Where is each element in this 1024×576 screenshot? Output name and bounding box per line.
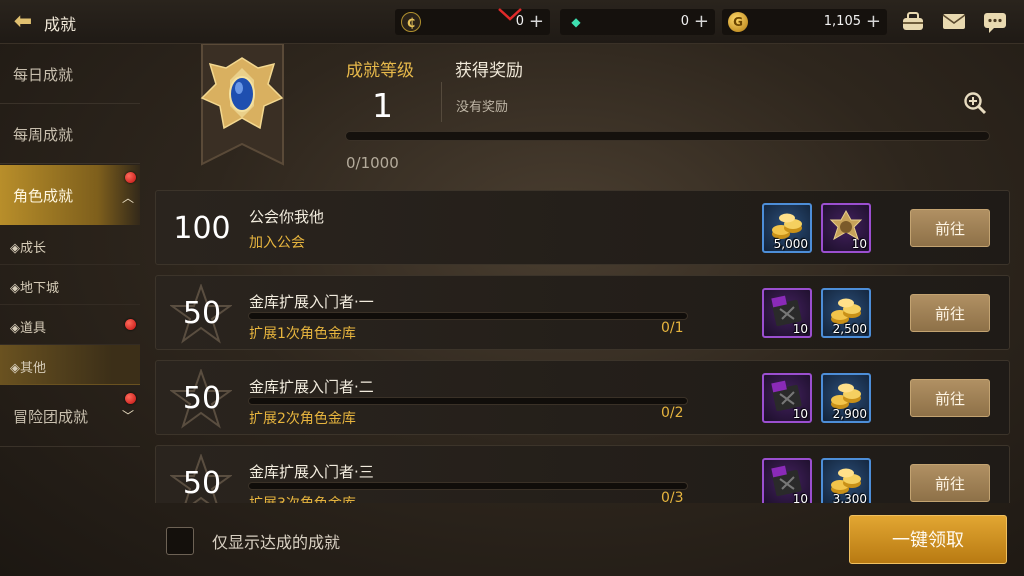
achievement-row: 50 金库扩展入门者·一 扩展1次角色金库 0/1 10 2,500 前往 xyxy=(155,275,1010,350)
currency-g-value: 1,105 xyxy=(823,14,861,29)
add-currency-c-button[interactable]: + xyxy=(529,11,544,32)
reward-quantity: 5,000 xyxy=(773,237,808,251)
achievement-row-progress-bar xyxy=(248,312,688,320)
achievement-points: 50 xyxy=(182,296,222,331)
c-coin-icon: ₵ xyxy=(401,12,421,32)
sidebar-subitem-dungeon[interactable]: ◈地下城 xyxy=(0,265,140,305)
g-coin-icon: G xyxy=(728,12,748,32)
sidebar-item-label: 冒险团成就 xyxy=(13,408,89,426)
achievement-row-progress-bar xyxy=(248,397,688,405)
sidebar-subitem-label: ◈道具 xyxy=(10,321,46,336)
bag-icon[interactable] xyxy=(900,10,926,34)
achievement-desc: 扩展1次角色金库 xyxy=(249,326,356,342)
sidebar-item-label: 每周成就 xyxy=(13,126,74,144)
sidebar-subitem-label: ◈其他 xyxy=(10,361,46,376)
achievement-desc: 扩展2次角色金库 xyxy=(249,411,356,427)
achievement-row: 50 金库扩展入门者·二 扩展2次角色金库 0/2 10 2,900 前往 xyxy=(155,360,1010,435)
achievement-name: 金库扩展入门者·一 xyxy=(249,293,374,311)
sidebar-subitem-label: ◈成长 xyxy=(10,241,46,256)
back-arrow-icon[interactable]: ⬅ xyxy=(8,9,38,35)
notification-dot xyxy=(125,393,136,404)
reward-quantity: 2,900 xyxy=(832,407,867,421)
achievement-desc: 加入公会 xyxy=(249,235,305,251)
achievement-progress: 0/1 xyxy=(661,320,684,336)
chevron-up-icon: ︿ xyxy=(122,191,135,205)
achievement-row: 50 金库扩展入门者·三 扩展3次角色金库 0/3 10 3,300 前往 xyxy=(155,445,1010,503)
earned-rewards-value: 没有奖励 xyxy=(456,100,509,115)
achievement-progress: 0/2 xyxy=(661,405,684,421)
zoom-in-icon[interactable] xyxy=(962,90,988,116)
reward-medal-slot[interactable]: 10 xyxy=(821,203,871,253)
achievement-list[interactable]: 100 公会你我他 加入公会 5,000 10 前往 50 金库扩展入门者·一 … xyxy=(155,190,1010,503)
sidebar-item-character[interactable]: 角色成就 ︿ xyxy=(0,165,140,225)
achievement-points: 50 xyxy=(182,466,222,501)
sidebar: 每日成就 每周成就 角色成就 ︿ ◈成长 ◈地下城 ◈道具 ◈其他 冒险团成就 … xyxy=(0,44,140,576)
reward-quantity: 2,500 xyxy=(832,322,867,336)
sidebar-item-weekly[interactable]: 每周成就 xyxy=(0,104,140,164)
sidebar-item-daily[interactable]: 每日成就 xyxy=(0,44,140,104)
achievement-name: 金库扩展入门者·三 xyxy=(249,463,374,481)
reward-quantity: 10 xyxy=(792,492,808,503)
mail-icon[interactable] xyxy=(941,10,967,34)
divider xyxy=(441,82,442,122)
reward-ticket-slot[interactable]: 10 xyxy=(762,288,812,338)
green-gem-icon: ◆ xyxy=(571,15,581,29)
currency-c-display: ₵ 0 + xyxy=(395,8,550,35)
reward-gold-slot[interactable]: 2,900 xyxy=(821,373,871,423)
go-button[interactable]: 前往 xyxy=(910,379,990,417)
achievement-progress-bar xyxy=(345,131,990,141)
claim-all-button[interactable]: 一键领取 xyxy=(849,515,1007,564)
go-button[interactable]: 前往 xyxy=(910,294,990,332)
reward-quantity: 10 xyxy=(851,237,867,251)
sidebar-subitem-other[interactable]: ◈其他 xyxy=(0,345,140,385)
notification-dot xyxy=(125,319,136,330)
achievement-progress: 0/3 xyxy=(661,490,684,503)
show-completed-label: 仅显示达成的成就 xyxy=(212,533,341,552)
reward-gold-slot[interactable]: 3,300 xyxy=(821,458,871,503)
go-button[interactable]: 前往 xyxy=(910,464,990,502)
reward-ticket-slot[interactable]: 10 xyxy=(762,373,812,423)
page-title: 成就 xyxy=(44,15,77,34)
reward-ticket-slot[interactable]: 10 xyxy=(762,458,812,503)
currency-c-value: 0 xyxy=(515,14,524,29)
currency-gem-display: ◆ 0 + xyxy=(560,9,715,35)
reward-quantity: 10 xyxy=(792,407,808,421)
go-button[interactable]: 前往 xyxy=(910,209,990,247)
reward-quantity: 10 xyxy=(792,322,808,336)
sidebar-item-label: 角色成就 xyxy=(13,187,74,205)
achievement-name: 公会你我他 xyxy=(249,208,325,226)
achievement-row: 100 公会你我他 加入公会 5,000 10 前往 xyxy=(155,190,1010,265)
sidebar-item-adventure-team[interactable]: 冒险团成就 ﹀ xyxy=(0,385,140,447)
chat-icon[interactable] xyxy=(982,10,1008,34)
reward-gold-slot[interactable]: 2,500 xyxy=(821,288,871,338)
achievement-progress-text: 0/1000 xyxy=(346,154,399,172)
achievement-level-value: 1 xyxy=(372,86,393,125)
achievement-medal-icon xyxy=(200,44,284,166)
reward-quantity: 3,300 xyxy=(832,492,867,503)
achievement-level-label: 成就等级 xyxy=(346,61,414,81)
achievement-points: 100 xyxy=(173,211,231,246)
show-completed-checkbox[interactable] xyxy=(166,527,194,555)
sidebar-subitem-item[interactable]: ◈道具 xyxy=(0,305,140,345)
reward-gold-slot[interactable]: 5,000 xyxy=(762,203,812,253)
sidebar-subitem-label: ◈地下城 xyxy=(10,281,59,296)
notification-dot xyxy=(125,172,136,183)
currency-g-display: G 1,105 + xyxy=(722,9,887,35)
add-g-coin-button[interactable]: + xyxy=(866,11,881,32)
currency-gem-value: 0 xyxy=(680,14,689,29)
earned-rewards-label: 获得奖励 xyxy=(455,61,523,81)
achievement-row-progress-bar xyxy=(248,482,688,490)
add-gem-button[interactable]: + xyxy=(694,11,709,32)
top-bar: ⬅ 成就 ₵ 0 + ◆ 0 + G 1,105 + xyxy=(0,0,1024,44)
sidebar-item-label: 每日成就 xyxy=(13,66,74,84)
chevron-down-icon: ﹀ xyxy=(122,409,135,423)
sidebar-subitem-growth[interactable]: ◈成长 xyxy=(0,225,140,265)
achievement-name: 金库扩展入门者·二 xyxy=(249,378,374,396)
achievement-points: 50 xyxy=(182,381,222,416)
achievement-desc: 扩展3次角色金库 xyxy=(249,493,356,503)
